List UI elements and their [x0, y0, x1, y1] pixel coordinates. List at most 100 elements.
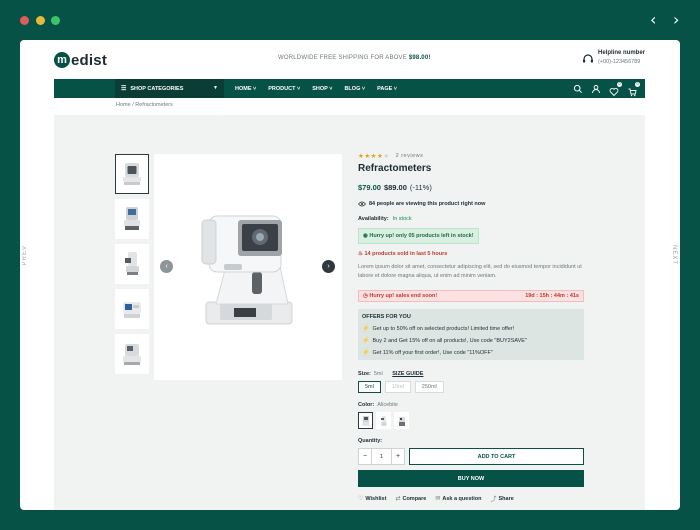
wishlist-button[interactable]: 0	[609, 81, 622, 96]
buy-now-button[interactable]: BUY NOW	[358, 470, 584, 487]
sale-label: Hurry up! sales end soon!	[369, 293, 438, 299]
main-navbar: ☰ SHOP CATEGORIES ▼ HOME ˅ PRODUCT ˅ SHO…	[54, 79, 645, 98]
size-options: 5ml 10ml 250ml	[358, 381, 584, 393]
size-option-5ml[interactable]: 5ml	[358, 381, 381, 393]
color-options	[358, 412, 584, 429]
offer-item: ⚡ Get 11% off your first order!, Use code…	[362, 349, 493, 357]
eye-icon	[358, 201, 366, 207]
size-option-10ml[interactable]: 10ml	[384, 381, 411, 393]
product-actions: ♡ Wishlist ⇄ Compare ✉ Ask a question ⤴ Shar…	[358, 494, 584, 504]
size-label: Size:	[358, 371, 371, 377]
color-label-row: Color: Alicebite	[358, 402, 584, 408]
next-image-button[interactable]: ›	[322, 260, 335, 273]
color-label: Color:	[358, 402, 375, 408]
wishlist-count: 0	[617, 81, 622, 87]
helpline: Helpline number (+00)-123456789	[582, 50, 645, 65]
logo[interactable]: m edist	[54, 50, 107, 70]
headset-icon	[583, 54, 593, 63]
shop-categories-button[interactable]: ☰ SHOP CATEGORIES ▼	[115, 79, 224, 98]
menu-item-page[interactable]: PAGE ˅	[377, 86, 397, 92]
main-menu: HOME ˅ PRODUCT ˅ SHOP ˅ BLOG ˅ PAGE ˅	[235, 79, 409, 98]
shop-categories-label: SHOP CATEGORIES	[130, 85, 184, 92]
prev-label[interactable]: PREV	[22, 245, 28, 265]
thumbnail-4[interactable]	[115, 289, 149, 329]
price-row: $79.00 $89.00 (-11%)	[358, 183, 584, 192]
color-swatch-2[interactable]	[376, 412, 391, 429]
menu-item-home[interactable]: HOME ˅	[235, 86, 256, 92]
refractometer-image	[201, 215, 293, 325]
quantity-input[interactable]: 1	[371, 449, 392, 464]
breadcrumb[interactable]: Home / Refractometers	[116, 102, 173, 108]
helpline-title: Helpline number	[598, 50, 646, 56]
ask-question-action[interactable]: ✉ Ask a question	[435, 494, 481, 503]
shipping-amount: $98.00!	[408, 55, 431, 61]
viewing-text: 84 people are viewing this product right…	[369, 201, 486, 207]
menu-item-product[interactable]: PRODUCT ˅	[268, 86, 300, 92]
window-minimize-dot[interactable]	[36, 16, 45, 25]
window-maximize-dot[interactable]	[51, 16, 60, 25]
shipping-text: WORLDWIDE FREE SHIPPING FOR ABOVE	[278, 55, 407, 61]
share-icon: ⤴	[490, 497, 497, 503]
color-swatch-3[interactable]	[394, 412, 409, 429]
fire-icon: ♨	[358, 251, 363, 257]
menu-icon: ☰	[121, 86, 127, 92]
logo-mark: m	[54, 52, 70, 68]
reviews-link[interactable]: 2 reviews	[396, 153, 424, 159]
offer-icon: ⚡	[362, 350, 370, 356]
price-old: $89.00	[383, 183, 407, 192]
star-rating-icon: ★★★★★	[358, 153, 390, 160]
sale-countdown: ◷ Hurry up! sales end soon! 19d : 15h : …	[358, 290, 584, 302]
sold-text: 14 products sold in last 5 hours	[364, 251, 448, 257]
chevron-right-icon[interactable]: ›	[673, 12, 679, 28]
thumbnail-3[interactable]	[115, 244, 149, 284]
stock-alert-icon: ◉	[363, 233, 368, 239]
size-option-250ml[interactable]: 250ml	[414, 381, 444, 393]
size-guide-link[interactable]: SIZE GUIDE	[392, 371, 423, 377]
user-icon[interactable]	[591, 84, 601, 94]
cart-icon	[628, 88, 637, 96]
color-swatch-1[interactable]	[358, 412, 373, 429]
clock-icon: ◷	[363, 293, 368, 299]
main-product-image[interactable]: ‹ ›	[154, 154, 342, 380]
color-selected: Alicebite	[377, 402, 398, 408]
product-thumbnail-image	[123, 163, 141, 185]
availability: Availability: In stock	[358, 216, 584, 222]
availability-value: In stock	[392, 216, 412, 222]
previous-image-button[interactable]: ‹	[160, 260, 173, 273]
add-to-cart-button[interactable]: ADD TO CART	[409, 448, 584, 465]
quantity-increase-button[interactable]: +	[392, 449, 404, 464]
thumbnail-2[interactable]	[115, 199, 149, 239]
thumbnail-5[interactable]	[115, 334, 149, 374]
menu-item-blog[interactable]: BLOG ˅	[344, 86, 365, 92]
heart-icon: ♡	[358, 496, 364, 502]
wishlist-action[interactable]: ♡ Wishlist	[358, 494, 386, 503]
countdown-timer: 19d : 15h : 44m : 41s	[525, 293, 579, 299]
offer-item: ⚡ Buy 2 and Get 15% off on all products!,…	[362, 337, 527, 345]
next-label[interactable]: NEXT	[671, 245, 677, 265]
size-label-row: Size: 5ml SIZE GUIDE	[358, 371, 584, 377]
product-info: ★★★★★ 2 reviews Refractometers $79.00 $8…	[358, 152, 584, 503]
cart-button[interactable]: 0	[627, 81, 640, 96]
rating: ★★★★★ 2 reviews	[358, 152, 584, 160]
thumbnail-list	[115, 154, 149, 379]
viewing-notice: 84 people are viewing this product right…	[358, 201, 584, 207]
compare-action[interactable]: ⇄ Compare	[395, 494, 426, 503]
thumbnail-1[interactable]	[115, 154, 149, 194]
menu-item-shop[interactable]: SHOP ˅	[312, 86, 332, 92]
shipping-banner: WORLDWIDE FREE SHIPPING FOR ABOVE $98.00…	[278, 55, 431, 61]
offer-icon: ⚡	[362, 326, 370, 332]
share-action[interactable]: ⤴ Share	[490, 494, 513, 504]
browser-frame: PREV NEXT m edist WORLDWIDE FREE SHIPPIN…	[20, 40, 680, 510]
helpline-phone[interactable]: (+00)-123456789	[598, 59, 645, 65]
quantity-stepper: − 1 +	[358, 448, 405, 465]
offers-box: OFFERS FOR YOU ⚡ Get up to 50% off on sel…	[358, 309, 584, 360]
question-icon: ✉	[435, 496, 441, 502]
window-close-dot[interactable]	[20, 16, 29, 25]
chevron-left-icon[interactable]: ‹	[650, 12, 656, 28]
search-icon[interactable]	[573, 84, 583, 94]
nav-icons: 0 0	[565, 79, 640, 98]
offers-title: OFFERS FOR YOU	[362, 314, 411, 320]
product-thumbnail-image	[123, 302, 141, 318]
quantity-decrease-button[interactable]: −	[359, 449, 371, 464]
heart-icon	[609, 87, 619, 96]
